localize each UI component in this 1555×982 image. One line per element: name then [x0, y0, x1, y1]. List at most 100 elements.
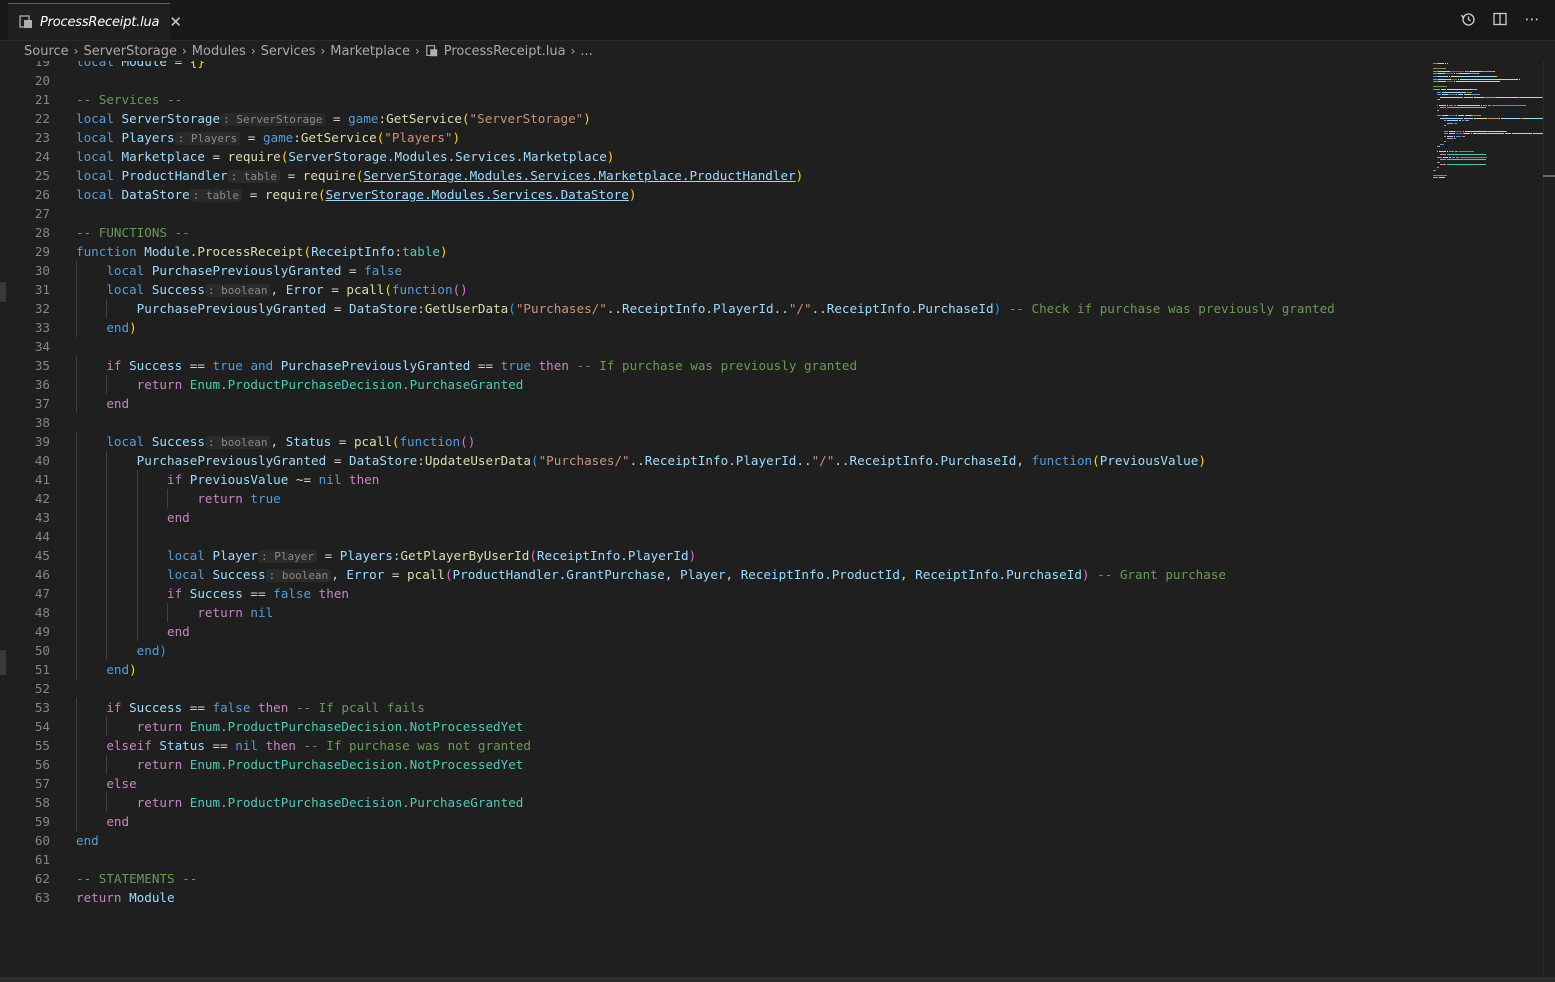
- breadcrumb-modules[interactable]: Modules: [192, 44, 246, 59]
- history-icon[interactable]: [1459, 10, 1477, 28]
- code-text: end): [76, 318, 136, 337]
- code-token: ): [795, 168, 804, 183]
- minimap-token: [1467, 91, 1472, 93]
- line-number: 22: [34, 111, 50, 126]
- code-token: ProductHandler: [121, 168, 228, 183]
- breadcrumb-services[interactable]: Services: [261, 44, 316, 59]
- line-number: 47: [34, 586, 50, 601]
- code-token: ): [1198, 453, 1206, 468]
- minimap-token: [1460, 89, 1471, 90]
- code-token: (): [460, 434, 476, 449]
- breadcrumb-serverstorage[interactable]: ServerStorage: [83, 44, 177, 59]
- minimap-token: [1440, 159, 1446, 161]
- minimap-token: [1467, 78, 1519, 80]
- horizontal-scrollbar[interactable]: [0, 977, 1555, 982]
- minimap-token: [1454, 130, 1462, 132]
- minimap-token: [1522, 96, 1542, 98]
- code-token: (: [530, 453, 539, 468]
- code-token: (: [303, 244, 312, 259]
- minimap-token: [1449, 104, 1453, 106]
- inlay-type-hint: : boolean: [204, 284, 271, 297]
- minimap-token: [1465, 120, 1469, 122]
- minimap-token: [1458, 94, 1463, 96]
- code-token: Enum.ProductPurchaseDecision.PurchaseGra…: [189, 795, 524, 810]
- code-token: ,: [664, 567, 681, 582]
- breadcrumb-file[interactable]: ProcessReceipt.lua: [444, 44, 566, 59]
- code-editor[interactable]: 19 local Module = {} 20 21 -- Services -- 22 l…: [0, 61, 1420, 977]
- minimap-token: [1498, 81, 1500, 83]
- code-token: -- If purchase was previously granted: [576, 358, 858, 373]
- code-token: ..: [773, 301, 789, 316]
- code-token: Player: [680, 567, 726, 582]
- code-token: ==: [250, 586, 274, 601]
- code-token: pcall: [407, 567, 445, 582]
- minimap-token: [1446, 104, 1449, 106]
- minimap-token: [1446, 120, 1459, 122]
- minimap-token: [1442, 156, 1449, 158]
- code-token: game: [262, 130, 294, 145]
- code-token: Enum.ProductPurchaseDecision.PurchaseGra…: [189, 377, 524, 392]
- minimap-token: [1456, 135, 1461, 137]
- line-number: 63: [34, 890, 50, 905]
- minimap-token: [1438, 63, 1444, 64]
- code-token: true: [250, 491, 281, 506]
- minimap-token: [1433, 169, 1436, 171]
- minimap-token: [1436, 167, 1440, 168]
- code-token: local: [106, 434, 152, 449]
- minimap-token: [1446, 135, 1453, 137]
- inlay-type-hint: : boolean: [204, 436, 271, 449]
- code-token: ): [606, 149, 615, 164]
- tab-process-receipt[interactable]: ProcessReceipt.lua ✕: [8, 3, 182, 40]
- vertical-scrollbar[interactable]: [1543, 61, 1555, 977]
- code-token: ,: [270, 434, 286, 449]
- breadcrumb-source[interactable]: Source: [24, 44, 69, 59]
- code-token: =: [333, 301, 349, 316]
- code-token: =: [212, 149, 228, 164]
- minimap[interactable]: [1425, 61, 1555, 191]
- code-token: local: [76, 149, 122, 164]
- code-text: local Success: boolean, Status = pcall(f…: [76, 432, 475, 452]
- code-token: -- Grant purchase: [1089, 567, 1226, 582]
- split-editor-icon[interactable]: [1491, 10, 1509, 28]
- code-token: ServerStorage.Modules.Services.Marketpla…: [363, 168, 796, 183]
- code-token: true: [212, 358, 251, 373]
- minimap-token: [1487, 117, 1499, 119]
- minimap-token: [1524, 117, 1545, 119]
- close-icon[interactable]: ✕: [169, 13, 182, 31]
- minimap-token: [1465, 117, 1474, 119]
- indent-guide: [106, 527, 108, 546]
- code-token: PurchasePreviouslyGranted: [136, 301, 334, 316]
- line-number: 40: [34, 453, 50, 468]
- minimap-token: [1443, 120, 1446, 122]
- code-text: return Enum.ProductPurchaseDecision.NotP…: [76, 755, 524, 774]
- breadcrumb-symbol[interactable]: ...: [580, 44, 592, 59]
- minimap-token: [1446, 63, 1449, 64]
- code-token: Success: [189, 586, 251, 601]
- code-token: :: [378, 111, 387, 126]
- code-token: end: [167, 624, 190, 639]
- code-text: return true: [76, 489, 281, 508]
- code-token: end: [167, 510, 190, 525]
- code-token: GetService: [300, 130, 377, 145]
- code-token: "ServerStorage": [469, 111, 584, 126]
- scrollbar-thumb[interactable]: [1543, 175, 1555, 177]
- minimap-token: [1497, 96, 1516, 98]
- minimap-token: [1438, 70, 1451, 72]
- code-token: table: [402, 244, 441, 259]
- code-token: nil: [235, 738, 266, 753]
- line-number: 24: [34, 149, 50, 164]
- breadcrumb-marketplace[interactable]: Marketplace: [330, 44, 410, 59]
- code-token: ==: [189, 358, 213, 373]
- minimap-token: [1453, 122, 1458, 124]
- code-token: return: [136, 719, 190, 734]
- line-number: 31: [34, 282, 50, 297]
- minimap-token: [1439, 99, 1441, 101]
- more-actions-icon[interactable]: ⋯: [1523, 10, 1541, 28]
- code-token: -- FUNCTIONS --: [76, 225, 190, 240]
- code-text: local Marketplace = require(ServerStorag…: [76, 147, 614, 166]
